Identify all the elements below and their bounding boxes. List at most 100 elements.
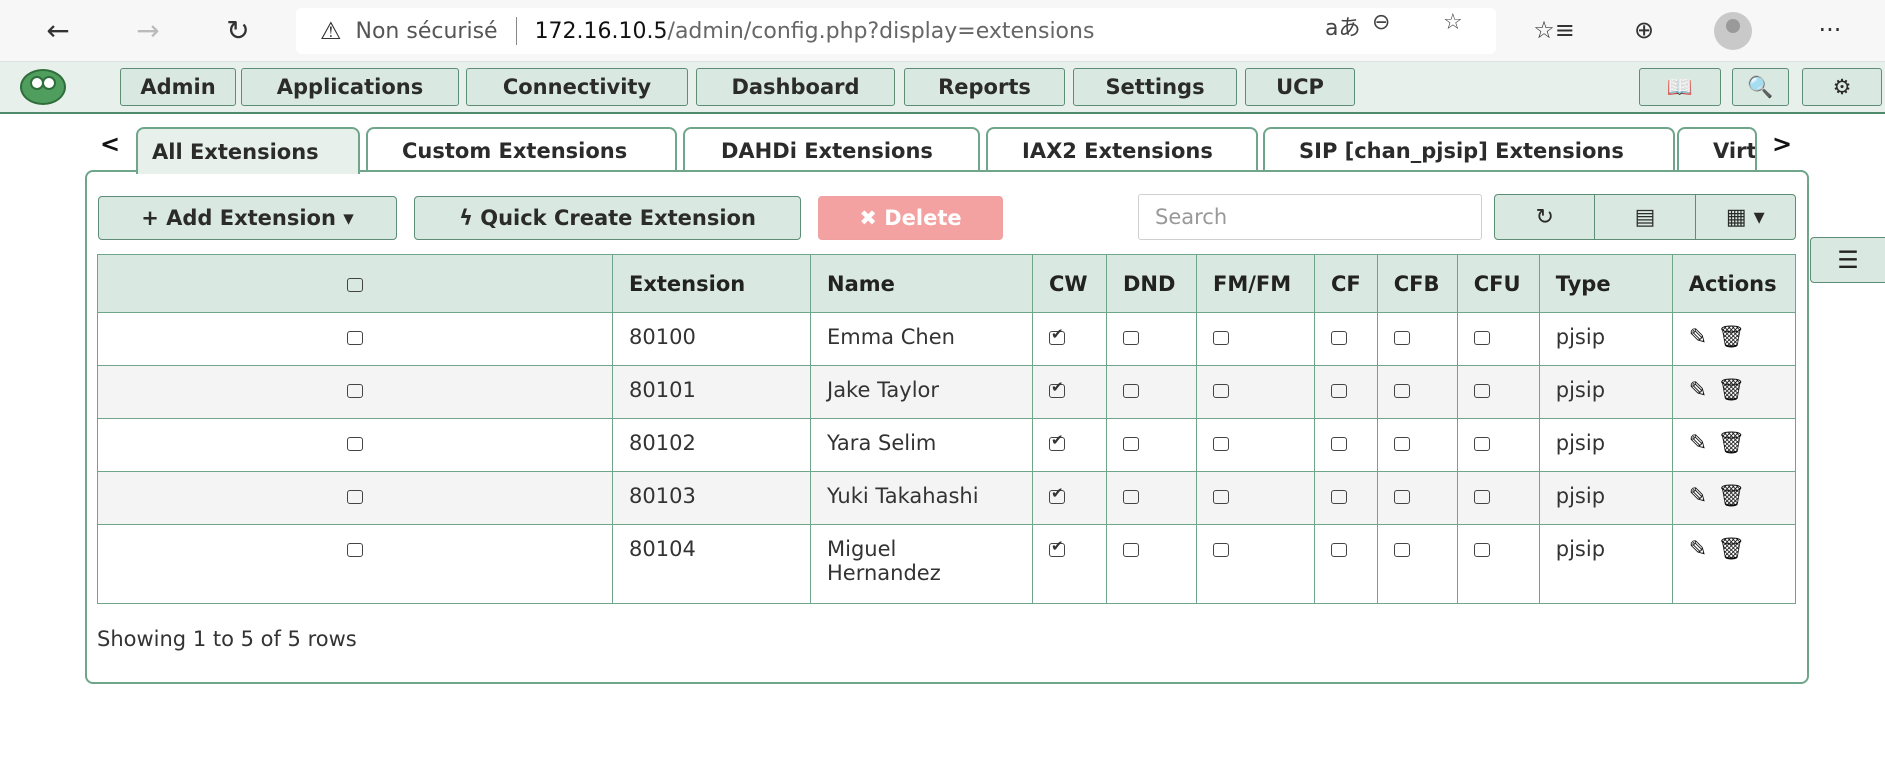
- select-all-checkbox[interactable]: [347, 277, 363, 292]
- cf-checkbox[interactable]: [1331, 490, 1347, 504]
- edit-icon[interactable]: ✎: [1689, 378, 1717, 403]
- url-path: /admin/config.php?display=extensions: [667, 18, 1095, 44]
- cfu-checkbox[interactable]: [1473, 437, 1490, 451]
- add-extension-button[interactable]: + Add Extension ▾: [98, 196, 397, 240]
- menu-ucp[interactable]: UCP: [1245, 68, 1355, 106]
- language-icon[interactable]: 📖: [1639, 68, 1721, 106]
- reload-icon[interactable]: ↻: [216, 10, 260, 50]
- tab-sip-extensions[interactable]: SIP [chan_pjsip] Extensions: [1263, 127, 1675, 172]
- favorites-icon[interactable]: ☆≡: [1532, 10, 1576, 50]
- edit-icon[interactable]: ✎: [1689, 431, 1717, 456]
- cw-checkbox[interactable]: [1049, 537, 1065, 557]
- fmfm-checkbox[interactable]: [1213, 543, 1229, 557]
- edit-icon[interactable]: ✎: [1689, 537, 1717, 562]
- address-bar[interactable]: ⚠ Non sécurisé 172.16.10.5/admin/config.…: [296, 8, 1496, 54]
- cfu-checkbox[interactable]: [1473, 543, 1490, 557]
- type-cell: pjsip: [1538, 312, 1673, 366]
- trash-icon[interactable]: 🗑: [1717, 431, 1755, 456]
- trash-icon[interactable]: 🗑: [1717, 378, 1755, 403]
- edit-icon[interactable]: ✎: [1689, 325, 1717, 350]
- add-favorite-icon[interactable]: ☆: [1443, 10, 1463, 35]
- cfb-checkbox[interactable]: [1393, 437, 1410, 451]
- edit-icon[interactable]: ✎: [1689, 484, 1717, 509]
- cfb-checkbox[interactable]: [1393, 490, 1410, 504]
- profile-avatar[interactable]: [1714, 12, 1752, 50]
- tab-virtual-extensions[interactable]: Virt: [1677, 127, 1757, 172]
- trash-icon[interactable]: 🗑: [1717, 537, 1755, 562]
- tabs-prev-icon[interactable]: <: [100, 130, 120, 158]
- cw-checkbox[interactable]: [1049, 431, 1065, 451]
- refresh-icon[interactable]: ↻: [1495, 195, 1596, 239]
- zoom-icon[interactable]: ⊖: [1372, 10, 1390, 35]
- fmfm-checkbox[interactable]: [1213, 437, 1229, 451]
- back-icon[interactable]: ←: [36, 10, 80, 50]
- cw-checkbox[interactable]: [1049, 325, 1065, 345]
- row-select-checkbox[interactable]: [347, 384, 363, 398]
- menu-connectivity[interactable]: Connectivity: [466, 68, 688, 106]
- cw-checkbox[interactable]: [1049, 484, 1065, 504]
- extension-cell: 80101: [612, 365, 811, 419]
- cf-checkbox[interactable]: [1331, 437, 1347, 451]
- table-tools: ↻ ▤ ▦ ▾: [1494, 194, 1796, 240]
- collections-icon[interactable]: ⊕: [1622, 10, 1666, 50]
- tabs-next-icon[interactable]: >: [1772, 130, 1792, 158]
- type-cell: pjsip: [1538, 524, 1673, 604]
- menu-dashboard[interactable]: Dashboard: [696, 68, 895, 106]
- menu-applications[interactable]: Applications: [241, 68, 459, 106]
- tab-dahdi-extensions[interactable]: DAHDi Extensions: [683, 127, 980, 172]
- row-select-checkbox[interactable]: [347, 331, 363, 345]
- col-type[interactable]: Type: [1538, 254, 1673, 313]
- fmfm-checkbox[interactable]: [1213, 490, 1229, 504]
- col-dnd: DND: [1106, 254, 1197, 313]
- cfb-checkbox[interactable]: [1393, 543, 1410, 557]
- cfb-checkbox[interactable]: [1393, 331, 1410, 345]
- fmfm-checkbox[interactable]: [1213, 331, 1229, 345]
- more-icon[interactable]: ···: [1808, 10, 1852, 50]
- search-icon[interactable]: 🔍: [1732, 68, 1789, 106]
- cw-checkbox[interactable]: [1049, 378, 1065, 398]
- row-select-checkbox[interactable]: [347, 543, 363, 557]
- cf-checkbox[interactable]: [1331, 384, 1347, 398]
- menu-reports[interactable]: Reports: [904, 68, 1065, 106]
- tab-all-extensions[interactable]: All Extensions: [136, 127, 360, 174]
- dnd-checkbox[interactable]: [1123, 437, 1139, 451]
- toggle-view-icon[interactable]: ▤: [1595, 195, 1696, 239]
- delete-button[interactable]: ✖ Delete: [818, 196, 1003, 240]
- cf-checkbox[interactable]: [1331, 543, 1347, 557]
- cf-checkbox[interactable]: [1331, 331, 1347, 345]
- search-input[interactable]: Search: [1138, 194, 1482, 240]
- read-aloud-icon[interactable]: aあ: [1325, 10, 1360, 42]
- forward-icon[interactable]: →: [126, 10, 170, 50]
- fmfm-checkbox[interactable]: [1213, 384, 1229, 398]
- col-name[interactable]: Name: [810, 254, 1033, 313]
- cfu-checkbox[interactable]: [1473, 331, 1490, 345]
- trash-icon[interactable]: 🗑: [1717, 484, 1755, 509]
- name-cell: Yuki Takahashi: [810, 471, 1033, 525]
- dnd-checkbox[interactable]: [1123, 384, 1139, 398]
- gear-icon[interactable]: ⚙: [1802, 68, 1882, 106]
- quick-create-extension-button[interactable]: ϟ Quick Create Extension: [414, 196, 801, 240]
- trash-icon[interactable]: 🗑: [1717, 325, 1755, 350]
- freepbx-logo-icon[interactable]: [20, 69, 66, 105]
- col-actions: Actions: [1671, 254, 1797, 313]
- cfb-checkbox[interactable]: [1393, 384, 1410, 398]
- insecure-label: Non sécurisé: [355, 18, 498, 44]
- row-select-checkbox[interactable]: [347, 490, 363, 504]
- tab-iax2-extensions[interactable]: IAX2 Extensions: [986, 127, 1258, 172]
- app-menubar: Admin Applications Connectivity Dashboar…: [0, 62, 1885, 114]
- table-row: 80101 Jake Taylor pjsip ✎🗑: [97, 365, 1797, 419]
- tab-custom-extensions[interactable]: Custom Extensions: [366, 127, 677, 172]
- row-select-checkbox[interactable]: [347, 437, 363, 451]
- type-cell: pjsip: [1538, 471, 1673, 525]
- side-list-icon[interactable]: ☰: [1810, 237, 1885, 283]
- menu-settings[interactable]: Settings: [1073, 68, 1237, 106]
- dnd-checkbox[interactable]: [1123, 543, 1139, 557]
- columns-dropdown-icon[interactable]: ▦ ▾: [1696, 195, 1795, 239]
- dnd-checkbox[interactable]: [1123, 490, 1139, 504]
- col-extension[interactable]: Extension: [612, 254, 811, 313]
- dnd-checkbox[interactable]: [1123, 331, 1139, 345]
- cfu-checkbox[interactable]: [1473, 490, 1490, 504]
- menu-admin[interactable]: Admin: [120, 68, 236, 106]
- cfu-checkbox[interactable]: [1473, 384, 1490, 398]
- col-cfb: CFB: [1376, 254, 1458, 313]
